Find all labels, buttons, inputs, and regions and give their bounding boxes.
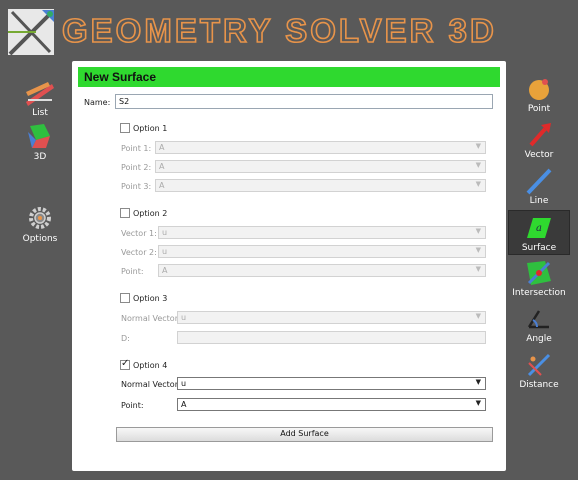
option2-vector2-value: u [162, 247, 168, 256]
option1-point3-select[interactable]: A ▼ [155, 179, 486, 192]
intersection-icon [527, 261, 551, 285]
nav-options-label: Options [22, 234, 58, 244]
option1-point2-select[interactable]: A ▼ [155, 160, 486, 173]
option2-vector1-select[interactable]: u ▼ [158, 226, 486, 239]
option4-checkbox[interactable]: Option 4 [120, 358, 168, 370]
option4-label: Option 4 [133, 360, 168, 370]
nav-options[interactable]: Options [10, 204, 70, 244]
nav-distance[interactable]: Distance [508, 348, 570, 393]
name-label: Name: [84, 98, 111, 107]
add-surface-button[interactable]: Add Surface [116, 427, 493, 442]
nav-vector-label: Vector [524, 150, 554, 160]
option2-vector2-select[interactable]: u ▼ [158, 245, 486, 258]
option3-checkbox-box[interactable] [120, 293, 130, 303]
name-input[interactable] [115, 94, 493, 109]
option2-checkbox-box[interactable] [120, 208, 130, 218]
option2-vector2-label: Vector 2: [121, 248, 157, 257]
option3-label: Option 3 [133, 293, 168, 303]
option4-normal-value: u [181, 379, 187, 388]
nav-distance-label: Distance [519, 380, 559, 390]
option3-normal-value: u [181, 313, 187, 322]
option2-vector1-value: u [162, 228, 168, 237]
option3-d-label: D: [121, 334, 130, 343]
chevron-down-icon: ▼ [475, 142, 481, 150]
chevron-down-icon: ▼ [475, 180, 481, 188]
new-surface-panel: New Surface Name: Option 1 Point 1: A▼ P… [72, 61, 506, 471]
option2-vector1-label: Vector 1: [121, 229, 157, 238]
3d-shape-icon [28, 124, 50, 148]
chevron-down-icon: ▼ [475, 378, 481, 386]
nav-3d-label: 3D [33, 152, 47, 162]
nav-vector[interactable]: Vector [508, 118, 570, 163]
svg-text:a: a [536, 223, 542, 234]
option3-normal-label: Normal Vector: [121, 314, 181, 323]
angle-icon [527, 310, 549, 329]
chevron-down-icon: ▼ [475, 227, 481, 235]
option2-point-value: A [162, 266, 168, 275]
nav-intersection-label: Intersection [512, 288, 566, 298]
option2-point-label: Point: [121, 267, 144, 276]
option1-point3-label: Point 3: [121, 182, 152, 191]
option2-point-select[interactable]: A ▼ [158, 264, 486, 277]
chevron-down-icon: ▼ [475, 246, 481, 254]
vector-icon [529, 123, 551, 147]
nav-surface-label: Surface [521, 243, 557, 253]
chevron-down-icon: ▼ [475, 161, 481, 169]
option1-point1-label: Point 1: [121, 144, 152, 153]
option2-label: Option 2 [133, 208, 168, 218]
chevron-down-icon: ▼ [475, 312, 481, 320]
option2-checkbox[interactable]: Option 2 [120, 208, 167, 218]
option3-checkbox[interactable]: Option 3 [120, 293, 167, 303]
option4-point-label: Point: [121, 401, 144, 410]
option4-point-value: A [181, 400, 187, 409]
distance-icon [527, 353, 551, 377]
list-ruler-icon [26, 82, 54, 106]
option4-point-select[interactable]: A ▼ [177, 398, 486, 411]
nav-angle-label: Angle [526, 334, 552, 344]
option3-d-input[interactable] [177, 331, 486, 344]
nav-point-label: Point [527, 104, 551, 114]
option4-normal-select[interactable]: u ▼ [177, 377, 486, 390]
surface-icon: a [527, 218, 551, 238]
option1-point1-select[interactable]: A ▼ [155, 141, 486, 154]
option1-point2-label: Point 2: [121, 163, 152, 172]
nav-point[interactable]: Point [508, 72, 570, 117]
option4-normal-label: Normal Vector: [121, 380, 181, 389]
nav-list-label: List [32, 108, 48, 118]
app-title: GEOMETRY SOLVER 3D [61, 11, 497, 50]
option1-point3-value: A [159, 181, 165, 190]
nav-line[interactable]: Line [508, 164, 570, 209]
option3-normal-select[interactable]: u ▼ [177, 311, 486, 324]
option1-checkbox-box[interactable] [120, 123, 130, 133]
option1-point2-value: A [159, 162, 165, 171]
nav-list[interactable]: List [10, 78, 70, 118]
chevron-down-icon: ▼ [475, 399, 481, 407]
nav-intersection[interactable]: Intersection [508, 256, 570, 301]
gear-icon [29, 207, 51, 229]
app-logo [8, 9, 54, 56]
nav-line-label: Line [529, 196, 549, 206]
panel-title: New Surface [78, 67, 500, 87]
point-icon [529, 79, 549, 100]
chevron-down-icon: ▼ [475, 265, 481, 273]
nav-3d[interactable]: 3D [10, 122, 70, 162]
nav-angle[interactable]: Angle [508, 302, 570, 347]
line-icon [526, 168, 552, 195]
option4-checkbox-box[interactable] [120, 358, 130, 370]
option1-checkbox[interactable]: Option 1 [120, 123, 167, 133]
option1-point1-value: A [159, 143, 165, 152]
nav-surface[interactable]: a Surface [508, 210, 570, 255]
option1-label: Option 1 [133, 123, 168, 133]
